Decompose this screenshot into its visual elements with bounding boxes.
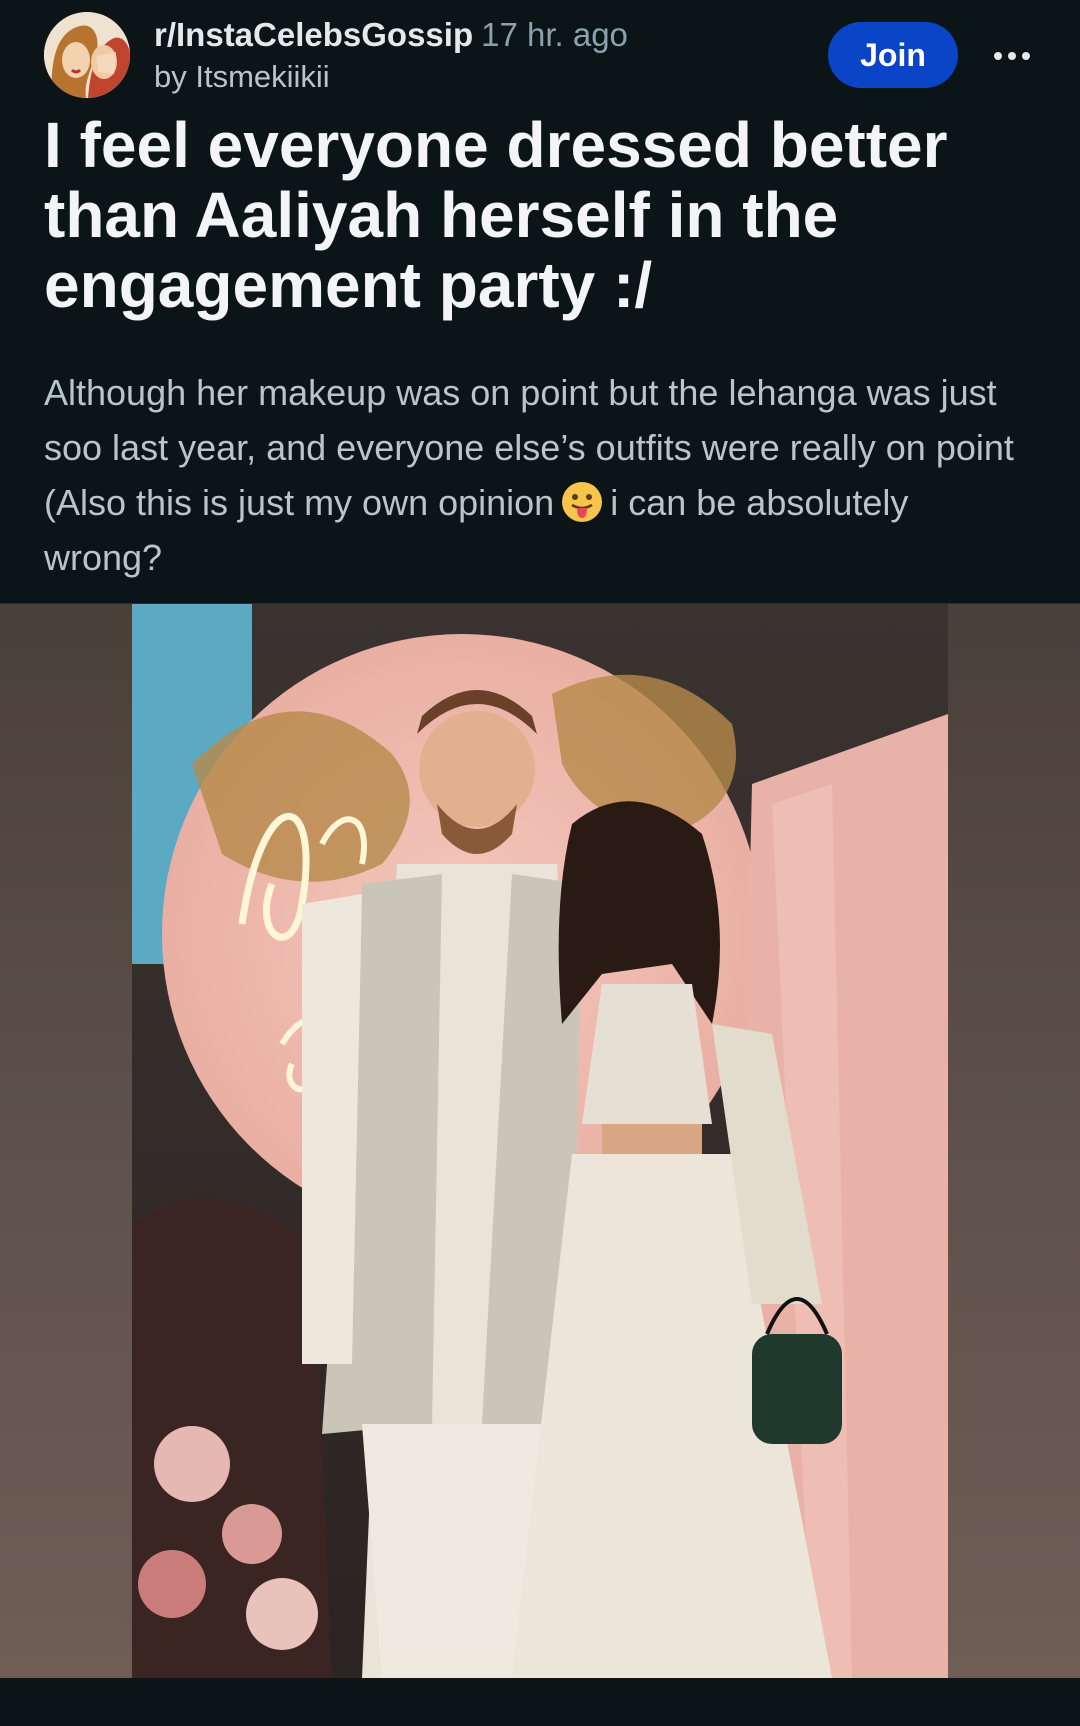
avatar-illustration (44, 12, 130, 98)
meta-line-1: r/InstaCelebsGossip 17 hr. ago (154, 14, 628, 56)
more-dot (1022, 52, 1030, 60)
more-options-icon[interactable] (988, 36, 1036, 76)
bottom-bar (0, 1678, 1080, 1726)
post-title: I feel everyone dressed better than Aali… (44, 109, 948, 321)
post-header: r/InstaCelebsGossip 17 hr. ago by Itsmeki… (44, 12, 1036, 112)
reddit-post-view: r/InstaCelebsGossip 17 hr. ago by Itsmeki… (0, 0, 1080, 1726)
more-dot (994, 52, 1002, 60)
subreddit-link[interactable]: r/InstaCelebsGossip (154, 16, 473, 53)
post-photo (132, 604, 948, 1678)
tongue-out-emoji-icon (562, 482, 603, 523)
post-meta: r/InstaCelebsGossip 17 hr. ago by Itsmeki… (154, 14, 628, 98)
more-dot (1008, 52, 1016, 60)
post-time: 17 hr. ago (481, 16, 628, 53)
post-image-frame[interactable] (0, 604, 1080, 1678)
post-author[interactable]: by Itsmekiikii (154, 56, 628, 98)
subreddit-avatar[interactable] (44, 12, 130, 98)
join-button[interactable]: Join (828, 22, 958, 88)
post-body: Although her makeup was on point but the… (44, 365, 1024, 585)
